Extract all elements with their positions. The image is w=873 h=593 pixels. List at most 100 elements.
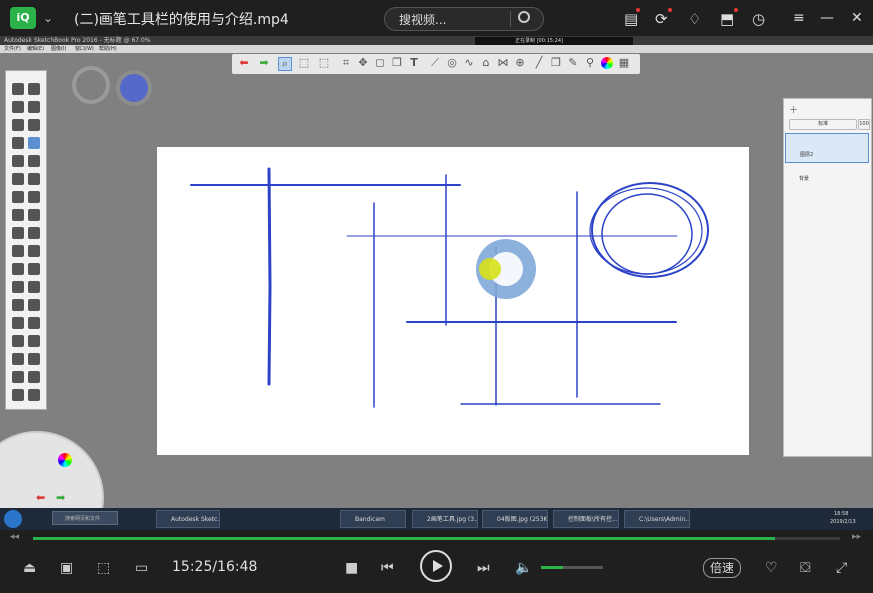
layer-row-active[interactable]: 图层2 <box>785 133 869 163</box>
brush-icon[interactable] <box>12 353 24 365</box>
menu-icon[interactable]: ≡ <box>793 10 805 26</box>
brush-icon[interactable] <box>28 101 40 113</box>
progress-bar[interactable] <box>33 537 840 540</box>
menu-image[interactable]: 图像(I) <box>51 45 66 53</box>
eject-icon[interactable]: ⏏ <box>23 560 36 576</box>
color-puck-icon[interactable] <box>116 70 152 106</box>
taskbar-item[interactable]: Bandicam <box>340 510 406 528</box>
french-curve-icon[interactable]: ∿ <box>463 57 475 69</box>
taskbar-item[interactable]: C:\Users\Admin... <box>624 510 690 528</box>
clock-icon[interactable]: ◷ <box>752 10 765 28</box>
start-button[interactable] <box>4 510 22 528</box>
screen-icon[interactable]: ⬚ <box>97 560 110 576</box>
taskbar-item[interactable]: 控制面板\所有控... <box>553 510 619 528</box>
brush-icon[interactable] <box>28 263 40 275</box>
prev-frame-icon[interactable]: ◂◂ <box>10 532 19 542</box>
redo-icon[interactable]: ➡ <box>258 57 270 69</box>
distort-icon[interactable]: ◻ <box>374 57 386 69</box>
brush-icon[interactable] <box>12 191 24 203</box>
brush-icon[interactable] <box>28 317 40 329</box>
brush-icon[interactable] <box>28 209 40 221</box>
drawing-canvas[interactable] <box>157 147 749 455</box>
video-frame[interactable]: Autodesk SketchBook Pro 2016 - 无标题 @ 67.… <box>0 36 873 530</box>
brush-icon[interactable] <box>12 389 24 401</box>
wishlist-icon[interactable]: ♡ <box>765 560 778 576</box>
text-icon[interactable]: T <box>408 57 420 69</box>
taskbar-search-input[interactable]: 搜索网页和文件 <box>52 511 118 525</box>
pip-icon[interactable]: ▭ <box>135 560 148 576</box>
next-icon[interactable]: ⏭ <box>477 560 490 576</box>
brush-icon[interactable] <box>12 299 24 311</box>
brush-icon[interactable] <box>12 209 24 221</box>
brush-icon[interactable] <box>12 155 24 167</box>
menu-file[interactable]: 文件(F) <box>4 45 21 53</box>
shirt-icon[interactable]: ⬒ <box>720 10 734 28</box>
toolbox-icon[interactable]: ⛋ <box>800 560 811 576</box>
layers-icon[interactable]: ❒ <box>550 57 562 69</box>
play-button[interactable] <box>420 550 452 582</box>
ellipse-guide-icon[interactable]: ◎ <box>446 57 458 69</box>
lasso-icon[interactable]: ⬚ <box>318 57 330 69</box>
next-frame-icon[interactable]: ▸▸ <box>852 532 861 542</box>
brush-icon[interactable] <box>28 191 40 203</box>
fullscreen-icon[interactable]: ⤢ <box>836 560 847 576</box>
ruler-icon[interactable]: ⟋ <box>429 57 441 69</box>
chevron-down-icon[interactable]: ⌄ <box>43 11 53 25</box>
search-icon[interactable] <box>518 11 530 23</box>
brush-icon[interactable] <box>28 137 40 149</box>
brush-icon[interactable] <box>12 119 24 131</box>
undo-icon[interactable]: ⬅ <box>36 491 45 504</box>
volume-icon[interactable]: 🔈 <box>515 560 532 576</box>
brush-icon[interactable] <box>28 173 40 185</box>
brush-icon[interactable] <box>28 155 40 167</box>
perspective-icon[interactable]: ⌂ <box>480 57 492 69</box>
brush-icon[interactable] <box>12 227 24 239</box>
brush-icon[interactable] <box>12 281 24 293</box>
brush-icon[interactable] <box>28 83 40 95</box>
brush-icon[interactable] <box>12 371 24 383</box>
navigation-puck-icon[interactable] <box>476 239 536 299</box>
swatch-icon[interactable]: ▦ <box>618 57 630 69</box>
brush-icon[interactable] <box>12 335 24 347</box>
brush-icon[interactable] <box>12 317 24 329</box>
brush-palette-icon[interactable]: ✎ <box>567 57 579 69</box>
brush-icon[interactable] <box>12 173 24 185</box>
copic-icon[interactable]: ⚲ <box>584 57 596 69</box>
menu-help[interactable]: 帮助(H) <box>99 45 117 53</box>
redo-icon[interactable]: ➡ <box>56 491 65 504</box>
brush-icon[interactable] <box>28 281 40 293</box>
brush-icon[interactable] <box>12 137 24 149</box>
brush-icon[interactable] <box>28 299 40 311</box>
search-input[interactable]: 搜视频... <box>399 11 446 28</box>
stop-icon[interactable]: ■ <box>345 560 358 576</box>
refresh-icon[interactable]: ⟳ <box>655 10 668 28</box>
add-layer-icon[interactable]: ＋ <box>789 103 798 116</box>
menu-window[interactable]: 窗口(W) <box>75 45 94 53</box>
volume-slider[interactable] <box>541 566 603 569</box>
brush-icon[interactable] <box>28 353 40 365</box>
color-wheel-icon[interactable] <box>601 57 613 69</box>
search-box[interactable]: 搜视频... <box>384 7 544 31</box>
app-logo-icon[interactable]: iQ <box>10 7 36 29</box>
brush-icon[interactable] <box>12 101 24 113</box>
copy-icon[interactable]: ❐ <box>391 57 403 69</box>
transform-icon[interactable]: ✥ <box>357 57 369 69</box>
opacity-field[interactable]: 100 <box>858 119 870 130</box>
taskbar-item[interactable]: 2画笔工具.jpg (3... <box>412 510 478 528</box>
brush-icon[interactable] <box>28 227 40 239</box>
previous-icon[interactable]: ⏮ <box>381 560 394 576</box>
brush-icon[interactable] <box>28 389 40 401</box>
brush-icon[interactable] <box>28 335 40 347</box>
brush-icon[interactable] <box>28 245 40 257</box>
skin-icon[interactable]: ♢ <box>688 10 701 28</box>
blend-mode-select[interactable]: 标准 <box>789 119 857 130</box>
taskbar-item[interactable]: 04版图.jpg (253K... <box>482 510 548 528</box>
brush-icon[interactable] <box>12 245 24 257</box>
select-icon[interactable]: ⬚ <box>298 57 310 69</box>
brush-puck-icon[interactable] <box>72 66 110 104</box>
close-icon[interactable]: ✕ <box>851 10 863 26</box>
color-wheel-icon[interactable] <box>58 453 72 467</box>
brush-icon[interactable] <box>28 371 40 383</box>
minimize-icon[interactable]: — <box>820 10 834 26</box>
undo-icon[interactable]: ⬅ <box>238 57 250 69</box>
